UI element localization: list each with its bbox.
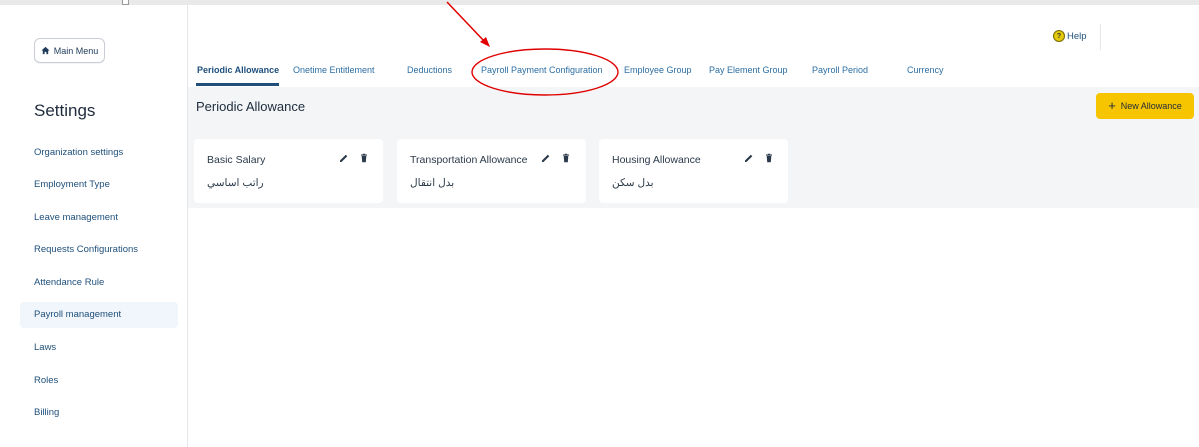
tab-pay-element-group[interactable]: Pay Element Group [709,65,788,75]
tab-payroll-payment-configuration[interactable]: Payroll Payment Configuration [481,65,603,75]
tab-payroll-period[interactable]: Payroll Period [812,65,868,75]
sidebar: Main Menu Settings Organization settings… [0,5,188,447]
trash-icon[interactable] [561,153,571,163]
allowance-card-arabic-name: بدل سكن [612,177,654,189]
page-title: Periodic Allowance [196,99,306,114]
pencil-icon[interactable] [541,153,551,163]
plus-icon: + [1108,98,1116,113]
tab-deductions[interactable]: Deductions [407,65,452,75]
active-tab-indicator [196,83,279,86]
main-menu-label: Main Menu [53,45,99,56]
help-label: Help [1067,30,1087,42]
trash-icon[interactable] [359,153,369,163]
main-menu-button[interactable]: Main Menu [34,38,105,63]
allowance-card-arabic-name: بدل انتقال [410,177,455,189]
tab-currency[interactable]: Currency [907,65,944,75]
payroll-tabs: Periodic Allowance Onetime Entitlement D… [188,59,1199,87]
sidebar-item-laws[interactable]: Laws [20,335,178,361]
sidebar-item-employment-type[interactable]: Employment Type [20,172,178,198]
allowance-card: Basic Salary راتب اساسي [194,139,383,203]
allowance-card-title: Transportation Allowance [410,154,528,166]
annotation-arrow [446,1,486,43]
allowance-card: Housing Allowance بدل سكن [599,139,788,203]
tab-periodic-allowance[interactable]: Periodic Allowance [197,65,279,75]
header-divider [1100,24,1101,50]
help-link[interactable]: ? Help [1053,30,1087,42]
sidebar-item-organization-settings[interactable]: Organization settings [20,139,178,165]
tab-onetime-entitlement[interactable]: Onetime Entitlement [293,65,375,75]
settings-title: Settings [34,101,96,120]
card-actions [339,153,369,163]
sidebar-item-leave-management[interactable]: Leave management [20,204,178,230]
sidebar-item-roles[interactable]: Roles [20,367,178,393]
allowance-content: Periodic Allowance + New Allowance Basic… [188,87,1199,208]
sidebar-item-attendance-rule[interactable]: Attendance Rule [20,269,178,295]
trash-icon[interactable] [764,153,774,163]
home-icon [41,46,50,55]
allowance-card-arabic-name: راتب اساسي [207,177,264,189]
sidebar-item-requests-configurations[interactable]: Requests Configurations [20,237,178,263]
card-actions [744,153,774,163]
new-allowance-label: New Allowance [1120,101,1182,111]
allowance-card-title: Housing Allowance [612,154,701,166]
card-actions [541,153,571,163]
pencil-icon[interactable] [744,153,754,163]
settings-nav: Organization settings Employment Type Le… [20,139,178,432]
question-circle-icon: ? [1053,30,1065,42]
tab-employee-group[interactable]: Employee Group [624,65,692,75]
pencil-icon[interactable] [339,153,349,163]
sidebar-item-payroll-management[interactable]: Payroll management [20,301,178,328]
new-allowance-button[interactable]: + New Allowance [1096,93,1194,119]
allowance-card: Transportation Allowance بدل انتقال [397,139,586,203]
sidebar-item-billing[interactable]: Billing [20,400,178,426]
annotation-arrowhead [480,37,490,47]
allowance-card-title: Basic Salary [207,154,266,166]
